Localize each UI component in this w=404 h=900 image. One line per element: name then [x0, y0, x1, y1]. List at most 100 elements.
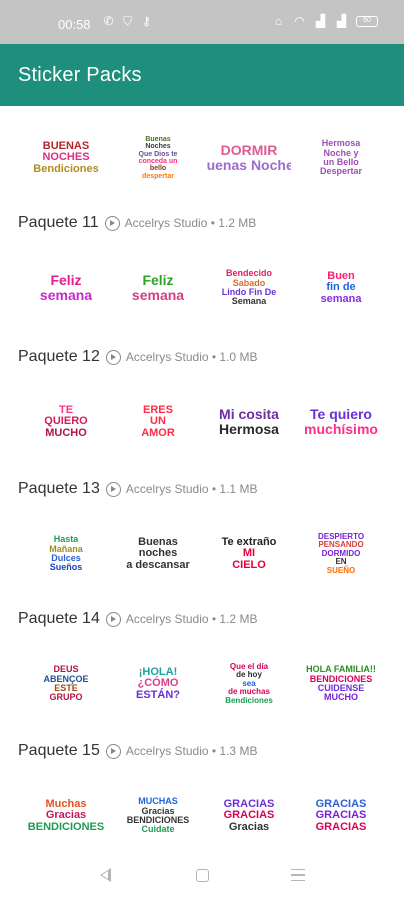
sticker[interactable]: BUENAS NOCHES Bendiciones	[24, 116, 108, 200]
sticker-text: CIELO	[232, 558, 266, 571]
sticker-text: Gracias	[228, 820, 270, 833]
sticker-text: semana	[39, 287, 93, 303]
key-icon: ⚷	[142, 14, 151, 28]
sticker-row: TE QUIERO MUCHO ERES UN AMOR Mi cosita Hermosa T…	[0, 380, 404, 464]
sticker-text: despertar	[142, 172, 174, 180]
sticker-row: Hasta Mañana Dulces Sueños Buenas noches a des…	[0, 512, 404, 596]
play-circle-icon[interactable]	[105, 349, 121, 365]
sticker[interactable]: HOLA FAMILIA!! BENDICIONES CUIDENSE MUCHO	[299, 642, 383, 726]
sticker-text: Mi cosita	[219, 406, 279, 423]
sticker-row: Feliz semana Feliz semana Bendecido Sabado Lin…	[0, 246, 404, 330]
sticker[interactable]: Feliz semana	[24, 246, 108, 330]
sticker[interactable]: DEUS ABENÇOE ESTE GRUPO	[24, 642, 108, 726]
sticker-text: Buenas	[145, 135, 171, 143]
sticker-text: SUEÑO	[326, 565, 356, 575]
sticker[interactable]: Buenas Noches Que Dios te conceda un bello de…	[116, 116, 200, 200]
pack-name: Paquete 13	[18, 480, 100, 497]
play-circle-icon[interactable]	[105, 611, 121, 627]
sticker[interactable]: Te extraño MI CIELO	[207, 512, 291, 596]
sticker[interactable]: MUCHAS Gracias BENDICIONES Cuidate	[116, 774, 200, 858]
sticker[interactable]: Muchas Gracias BENDICIONES	[24, 774, 108, 858]
status-bar: 00:58 ✆ ⛉ ⚷ ⌂ ◠ ▟ ▟ 60	[0, 0, 404, 44]
play-circle-icon[interactable]	[104, 215, 120, 231]
pack-header[interactable]: Paquete 12 Accelrys Studio • 1.0 MB	[18, 346, 257, 368]
sticker-text: Bendiciones	[225, 695, 273, 705]
pack-meta: Accelrys Studio • 1.1 MB	[125, 482, 258, 496]
sticker-text: Despertar	[319, 166, 363, 177]
system-icons: ⌂ ◠ ▟ ▟ 60	[272, 15, 378, 28]
sticker-text: semana	[131, 287, 185, 303]
sticker-text: Semana	[231, 296, 267, 307]
sticker-text: MUCHO	[324, 692, 358, 703]
sticker-row: Muchas Gracias BENDICIONES MUCHAS Gracias BEN…	[0, 774, 404, 858]
sticker-text: ESTÁN?	[136, 688, 180, 701]
sticker-text: BENDICIONES	[27, 820, 105, 833]
sticker[interactable]: Buen fin de semana	[299, 246, 383, 330]
sticker-pack-list[interactable]: BUENAS NOCHES Bendiciones Buenas Noches Que D…	[0, 106, 404, 860]
pack-meta: Accelrys Studio • 1.2 MB	[124, 216, 257, 230]
hotspot-icon: ⌂	[274, 14, 283, 28]
whatsapp-icon: ✆	[103, 14, 114, 28]
play-circle-icon[interactable]	[105, 481, 121, 497]
back-icon[interactable]	[100, 868, 111, 882]
sticker-text: Bendiciones	[33, 162, 99, 175]
sticker[interactable]: TE QUIERO MUCHO	[24, 380, 108, 464]
pack-name: Paquete 14	[18, 610, 100, 627]
app-bar: Sticker Packs	[0, 44, 404, 106]
sticker[interactable]: Que el día de hoy sea de muchas Bendiciones	[207, 642, 291, 726]
pack-header[interactable]: Paquete 13 Accelrys Studio • 1.1 MB	[18, 478, 257, 500]
pack-name: Paquete 12	[18, 348, 100, 365]
sticker[interactable]: DORMIRBuenas Noches	[207, 116, 291, 200]
sticker[interactable]: Buenas noches a descansar	[116, 512, 200, 596]
sticker-text: Cuidate	[141, 824, 175, 835]
sticker-text: bello	[149, 165, 167, 173]
play-circle-icon[interactable]	[105, 743, 121, 759]
navigation-bar	[0, 860, 404, 900]
pack-header[interactable]: Paquete 14 Accelrys Studio • 1.2 MB	[18, 608, 257, 630]
sticker-text: GRACIAS	[315, 820, 367, 833]
home-icon[interactable]	[196, 869, 209, 882]
sticker[interactable]: DESPIERTO PENSANDO DORMIDO EN SUEÑO	[299, 512, 383, 596]
sticker[interactable]: ERES UN AMOR	[116, 380, 200, 464]
sticker-row: DEUS ABENÇOE ESTE GRUPO ¡HOLA! ¿CÓMO ESTÁN? Que…	[0, 642, 404, 726]
sticker-text: Feliz	[50, 272, 82, 289]
sticker[interactable]: Te quiero muchísimo	[299, 380, 383, 464]
sticker[interactable]: Hasta Mañana Dulces Sueños	[24, 512, 108, 596]
signal-icon: ▟	[336, 14, 347, 28]
sticker[interactable]: GRACIAS GRACIAS Gracias	[207, 774, 291, 858]
sticker[interactable]: Mi cosita Hermosa	[207, 380, 291, 464]
sticker[interactable]: Bendecido Sabado Lindo Fin De Semana	[207, 246, 291, 330]
sticker-text: Te quiero	[310, 406, 372, 423]
sticker[interactable]: ¡HOLA! ¿CÓMO ESTÁN?	[116, 642, 200, 726]
clock: 00:58	[58, 17, 91, 32]
sticker-row: BUENAS NOCHES Bendiciones Buenas Noches Que D…	[0, 116, 404, 200]
sticker-text: DORMIR	[220, 142, 278, 159]
sticker-text: Hermosa	[219, 421, 279, 437]
wifi-icon: ◠	[294, 14, 305, 28]
sticker-text: Feliz	[142, 272, 174, 289]
sticker-text: muchísimo	[304, 421, 378, 437]
sticker-text: AMOR	[141, 426, 175, 439]
sticker-text: Buenas Noches	[207, 157, 291, 173]
sticker[interactable]: Feliz semana	[116, 246, 200, 330]
sticker-text: Sueños	[49, 562, 83, 573]
sticker-text: Que Dios te	[138, 150, 178, 158]
recents-icon[interactable]	[291, 869, 305, 881]
pack-header[interactable]: Paquete 15 Accelrys Studio • 1.3 MB	[18, 740, 257, 762]
sticker[interactable]: Hermosa Noche y un Bello Despertar	[299, 116, 383, 200]
pack-name: Paquete 15	[18, 742, 100, 759]
pack-header[interactable]: Paquete 11 Accelrys Studio • 1.2 MB	[18, 212, 256, 234]
app-title: Sticker Packs	[18, 64, 142, 86]
sticker-text: GRUPO	[49, 692, 83, 703]
pack-meta: Accelrys Studio • 1.3 MB	[125, 744, 258, 758]
pack-name: Paquete 11	[18, 214, 99, 231]
sticker-text: MUCHO	[45, 426, 87, 439]
pack-meta: Accelrys Studio • 1.0 MB	[125, 350, 258, 364]
pack-meta: Accelrys Studio • 1.2 MB	[125, 612, 258, 626]
battery-icon: 60	[356, 16, 378, 27]
sticker-text: a descansar	[126, 558, 190, 571]
signal-icon: ▟	[315, 14, 326, 28]
sticker-text: semana	[320, 292, 362, 305]
notification-icons: ✆ ⛉ ⚷	[102, 15, 153, 28]
sticker[interactable]: GRACIAS GRACIAS GRACIAS	[299, 774, 383, 858]
